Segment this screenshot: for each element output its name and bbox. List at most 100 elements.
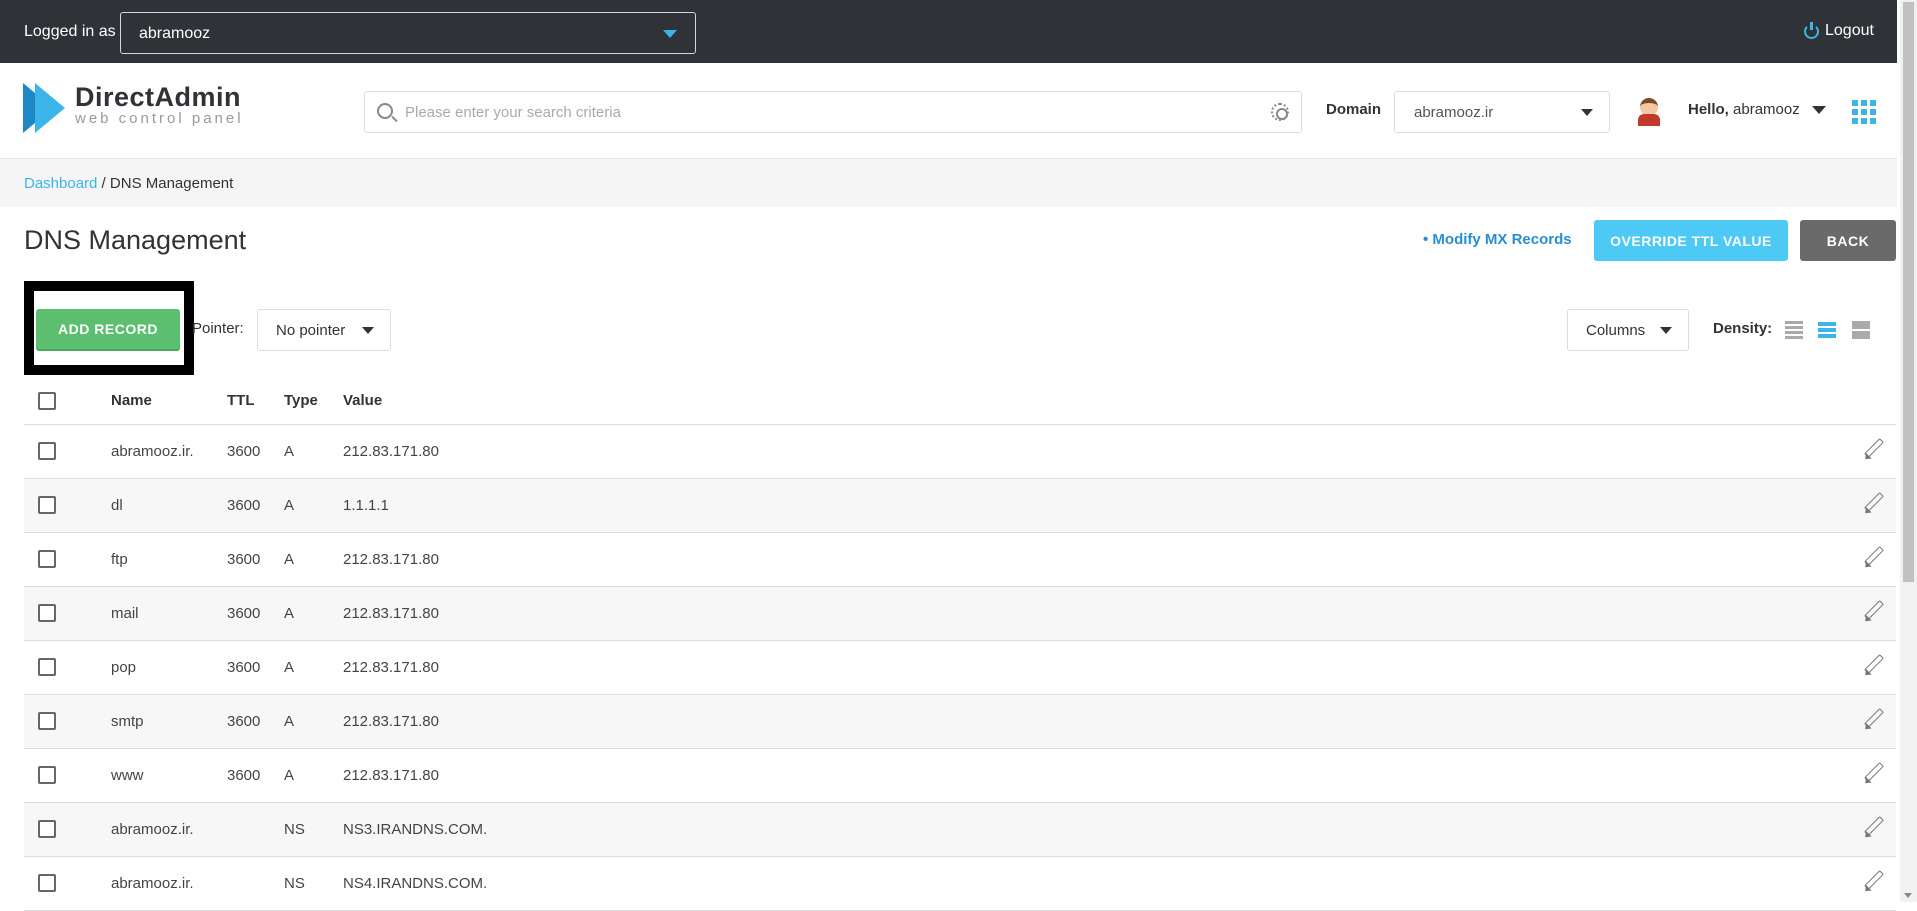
density-normal-icon[interactable] (1818, 321, 1836, 339)
select-all-checkbox[interactable] (38, 391, 56, 410)
chevron-down-icon (1660, 327, 1672, 334)
cell-ttl: 3600 (227, 478, 284, 533)
pencil-icon[interactable] (1862, 654, 1884, 676)
logo-icon (23, 83, 67, 133)
cell-ttl: 3600 (227, 694, 284, 749)
table-row: ftp 3600 A 212.83.171.80 (24, 532, 1896, 587)
cell-type: A (284, 748, 343, 803)
row-checkbox[interactable] (38, 658, 56, 677)
cell-name: pop (111, 640, 227, 695)
pencil-icon[interactable] (1862, 438, 1884, 460)
density-label: Density: (1713, 320, 1773, 337)
logout-label: Logout (1825, 22, 1874, 39)
breadcrumb-separator: / (97, 175, 110, 192)
row-checkbox[interactable] (38, 820, 56, 839)
pencil-icon[interactable] (1862, 816, 1884, 838)
table-row: www 3600 A 212.83.171.80 (24, 748, 1896, 803)
scroll-down-arrow-icon[interactable] (1904, 893, 1912, 898)
logo-subtitle: web control panel (75, 110, 244, 127)
gear-icon[interactable] (1271, 103, 1289, 121)
cell-value: 212.83.171.80 (343, 640, 1836, 695)
logo[interactable]: DirectAdmin web control panel (23, 83, 244, 133)
cell-name: dl (111, 478, 227, 533)
cell-type: A (284, 424, 343, 479)
search-box (364, 91, 1302, 133)
density-comfortable-icon[interactable] (1852, 321, 1870, 339)
domain-select[interactable]: abramooz.ir (1394, 91, 1610, 133)
search-icon (377, 103, 393, 119)
logged-in-label: Logged in as (24, 23, 116, 40)
table-row: smtp 3600 A 212.83.171.80 (24, 694, 1896, 749)
breadcrumb-dashboard[interactable]: Dashboard (24, 175, 97, 192)
breadcrumb-current: DNS Management (109, 175, 234, 192)
dns-records-table: Name TTL Type Value abramooz.ir. 3600 A … (24, 378, 1896, 911)
table-row: abramooz.ir. 3600 A 212.83.171.80 (24, 424, 1896, 479)
row-checkbox[interactable] (38, 550, 56, 569)
logo-title: DirectAdmin (75, 82, 242, 112)
row-checkbox[interactable] (38, 496, 56, 515)
table-row: dl 3600 A 1.1.1.1 (24, 478, 1896, 533)
chevron-down-icon (663, 30, 677, 38)
cell-value: 212.83.171.80 (343, 748, 1836, 803)
cell-name: mail (111, 586, 227, 641)
cell-value: 212.83.171.80 (343, 694, 1836, 749)
columns-select[interactable]: Columns (1567, 309, 1689, 351)
column-header-type[interactable]: Type (284, 378, 343, 425)
add-record-button[interactable]: ADD RECORD (36, 309, 180, 349)
pencil-icon[interactable] (1862, 708, 1884, 730)
row-checkbox[interactable] (38, 604, 56, 623)
density-compact-icon[interactable] (1785, 321, 1803, 339)
user-select-value: abramooz (139, 25, 211, 42)
pointer-select[interactable]: No pointer (257, 309, 391, 351)
cell-name: smtp (111, 694, 227, 749)
cell-ttl: 3600 (227, 532, 284, 587)
cell-ttl (227, 802, 284, 857)
cell-value: 1.1.1.1 (343, 478, 1836, 533)
user-select[interactable]: abramooz (120, 12, 696, 54)
pencil-icon[interactable] (1862, 492, 1884, 514)
domain-select-value: abramooz.ir (1414, 104, 1494, 121)
cell-type: A (284, 532, 343, 587)
hello-user: abramooz (1733, 101, 1800, 118)
cell-value: 212.83.171.80 (343, 586, 1836, 641)
cell-value: 212.83.171.80 (343, 424, 1836, 479)
page-title: DNS Management (24, 225, 247, 255)
pencil-icon[interactable] (1862, 600, 1884, 622)
column-header-value[interactable]: Value (343, 378, 1836, 425)
user-greeting[interactable]: Hello, abramooz (1688, 101, 1800, 118)
search-input[interactable] (403, 100, 1243, 124)
chevron-down-icon (1581, 109, 1593, 116)
cell-name: abramooz.ir. (111, 802, 227, 857)
avatar[interactable] (1636, 96, 1662, 126)
column-header-name[interactable]: Name (111, 378, 227, 425)
table-row: abramooz.ir. NS NS3.IRANDNS.COM. (24, 802, 1896, 857)
pencil-icon[interactable] (1862, 870, 1884, 892)
row-checkbox[interactable] (38, 442, 56, 461)
cell-name: abramooz.ir. (111, 424, 227, 479)
hello-label: Hello, (1688, 101, 1729, 118)
scrollbar-thumb[interactable] (1903, 2, 1914, 582)
logout-link[interactable]: Logout (1804, 21, 1874, 40)
cell-ttl: 3600 (227, 748, 284, 803)
cell-value: NS3.IRANDNS.COM. (343, 802, 1836, 857)
apps-grid-icon[interactable] (1852, 100, 1876, 124)
back-button[interactable]: BACK (1800, 220, 1896, 261)
header: DirectAdmin web control panel Domain abr… (0, 63, 1897, 159)
pencil-icon[interactable] (1862, 762, 1884, 784)
row-checkbox[interactable] (38, 766, 56, 785)
cell-name: ftp (111, 532, 227, 587)
chevron-down-icon[interactable] (1812, 106, 1826, 114)
cell-type: A (284, 478, 343, 533)
pencil-icon[interactable] (1862, 546, 1884, 568)
cell-ttl: 3600 (227, 424, 284, 479)
table-row: pop 3600 A 212.83.171.80 (24, 640, 1896, 695)
override-ttl-button[interactable]: OVERRIDE TTL VALUE (1594, 220, 1788, 261)
row-checkbox[interactable] (38, 712, 56, 731)
modify-mx-records-link[interactable]: • Modify MX Records (1423, 231, 1572, 248)
columns-select-label: Columns (1586, 322, 1646, 339)
row-checkbox[interactable] (38, 874, 56, 893)
cell-type: A (284, 694, 343, 749)
cell-ttl: 3600 (227, 640, 284, 695)
page-scrollbar[interactable] (1900, 0, 1917, 902)
column-header-ttl[interactable]: TTL (227, 378, 284, 425)
